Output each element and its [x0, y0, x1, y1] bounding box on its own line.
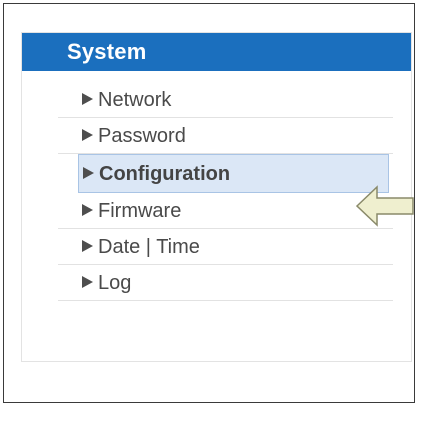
triangle-right-icon	[82, 93, 93, 105]
system-menu: Network Password Configuration Firmware …	[58, 82, 393, 301]
menu-item-password[interactable]: Password	[58, 118, 393, 154]
menu-item-label: Password	[98, 125, 186, 147]
left-arrow-pointer-icon	[356, 185, 414, 227]
panel-title: System	[67, 39, 147, 64]
menu-item-log[interactable]: Log	[58, 265, 393, 301]
triangle-right-icon	[82, 204, 93, 216]
menu-item-label: Date | Time	[98, 236, 200, 258]
menu-item-label: Firmware	[98, 200, 182, 222]
menu-item-label: Network	[98, 89, 172, 111]
triangle-right-icon	[82, 240, 93, 252]
menu-item-label: Log	[98, 272, 132, 294]
menu-item-label: Configuration	[99, 163, 231, 185]
panel-header: System	[22, 33, 411, 71]
screenshot-frame: System Network Password Configuration Fi…	[3, 3, 415, 403]
menu-item-configuration[interactable]: Configuration	[78, 154, 389, 193]
menu-item-network[interactable]: Network	[58, 82, 393, 118]
triangle-right-icon	[82, 276, 93, 288]
menu-item-firmware[interactable]: Firmware	[58, 193, 393, 229]
triangle-right-icon	[82, 129, 93, 141]
menu-item-date-time[interactable]: Date | Time	[58, 229, 393, 265]
triangle-right-icon	[83, 167, 94, 179]
